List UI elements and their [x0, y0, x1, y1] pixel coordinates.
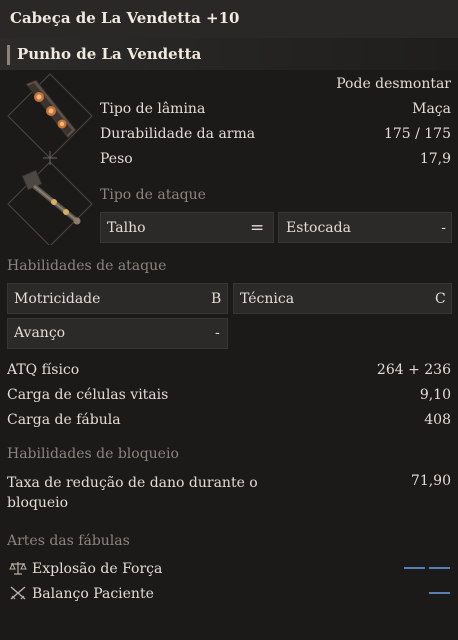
block-abilities-header: Habilidades de bloqueio [7, 446, 179, 462]
weapon-parts-illustration [6, 70, 94, 247]
fable-art-item: Balanço Paciente [7, 583, 453, 605]
vital-cells-value: 9,10 [419, 387, 451, 403]
attack-type-header: Tipo de ataque [100, 187, 206, 203]
attack-type-thrust-label: Estocada [286, 220, 351, 236]
attack-type-slash-label: Talho [107, 220, 146, 236]
fable-art-label: Balanço Paciente [32, 586, 154, 602]
crossed-swords-icon [9, 585, 27, 605]
subtitle-accent-bar [7, 45, 10, 65]
fable-arts-header: Artes das fábulas [7, 533, 130, 549]
weight-value: 17,9 [419, 151, 451, 167]
durability-label: Durabilidade da arma [100, 126, 256, 142]
fable-cost-bar [429, 567, 450, 569]
vital-cells-label: Carga de células vitais [7, 387, 169, 403]
dismantle-text: Pode desmontar [336, 76, 451, 92]
attack-type-thrust-value: - [441, 220, 446, 236]
equals-icon: = [250, 218, 265, 238]
blade-type-value: Maça [412, 101, 451, 117]
technique-grade: C [435, 291, 446, 307]
item-subtitle: Punho de La Vendetta [17, 45, 202, 63]
fable-charge-label: Carga de fábula [7, 412, 121, 428]
motricity-label: Motricidade [14, 291, 101, 307]
fable-charge-value: 408 [424, 412, 451, 428]
weight-label: Peso [100, 151, 133, 167]
durability-value: 175 / 175 [383, 126, 451, 142]
advance-grade: - [215, 325, 220, 341]
physical-atk-value: 264 + 236 [376, 362, 451, 378]
fable-art-label: Explosão de Força [32, 561, 163, 577]
motricity-grade: B [211, 291, 222, 307]
advance-label: Avanço [14, 325, 66, 341]
blade-head-icon [25, 79, 77, 139]
fable-art-item: Explosão de Força [7, 558, 453, 580]
fable-cost-bar [429, 592, 450, 594]
physical-atk-label: ATQ físico [7, 362, 80, 378]
item-title: Cabeça de La Vendetta +10 [10, 9, 240, 27]
handle-icon [21, 169, 81, 225]
damage-reduction-label: Taxa de redução de dano durante o bloque… [7, 475, 258, 511]
fable-cost-bar [404, 567, 425, 569]
technique-label: Técnica [240, 291, 295, 307]
attack-abilities-header: Habilidades de ataque [7, 258, 167, 274]
blade-type-label: Tipo de lâmina [100, 101, 206, 117]
scales-icon [9, 560, 27, 580]
damage-reduction-value: 71,90 [410, 473, 451, 489]
